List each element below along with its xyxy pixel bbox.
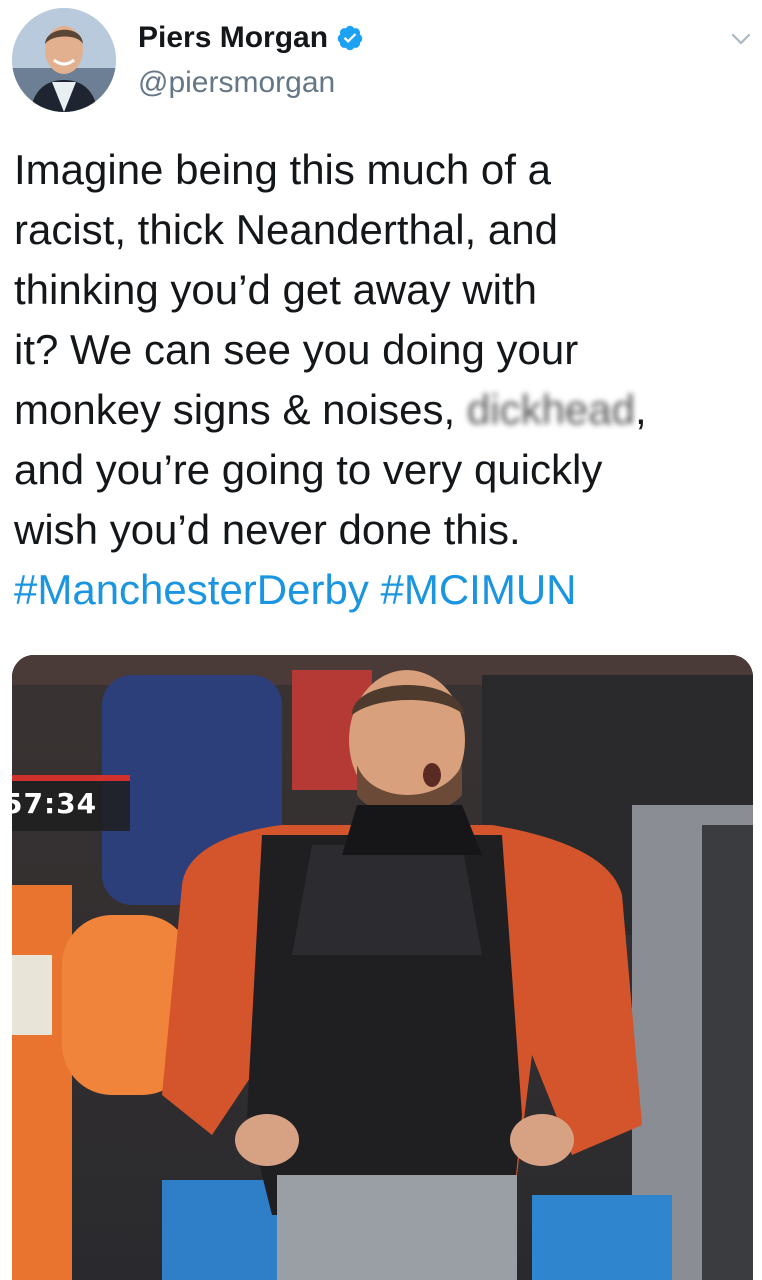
tweet-text-line: it? We can see you doing your — [14, 326, 579, 373]
tweet-text-fragment: monkey signs & noises, — [14, 386, 467, 433]
tweet-text-fragment: , — [635, 386, 647, 433]
verified-badge-icon — [337, 25, 363, 51]
tweet-text-line: wish you’d never done this. — [14, 506, 521, 553]
author-handle[interactable]: @piersmorgan — [138, 66, 335, 100]
hashtag-link[interactable]: #ManchesterDerby — [14, 566, 369, 613]
tweet-text: Imagine being this much of a racist, thi… — [14, 140, 749, 620]
scoreboard-overlay: 57:34 — [12, 775, 130, 831]
media-photo — [12, 655, 753, 1280]
avatar[interactable] — [12, 8, 116, 112]
tweet-text-line: thinking you’d get away with — [14, 266, 537, 313]
blurred-word: dickhead — [466, 386, 635, 433]
tweet-text-line: racist, thick Neanderthal, and — [14, 206, 558, 253]
avatar-photo-icon — [12, 8, 116, 112]
hashtag-line: #ManchesterDerby #MCIMUN — [14, 560, 749, 620]
tweet: Piers Morgan @piersmorgan Imagine being … — [0, 0, 762, 1280]
tweet-text-line: and you’re going to very quickly — [14, 446, 603, 493]
chevron-down-icon[interactable] — [726, 24, 756, 54]
tweet-text-line: Imagine being this much of a — [14, 146, 551, 193]
tweet-media-image[interactable]: 57:34 — [12, 655, 753, 1280]
author-name-row[interactable]: Piers Morgan — [138, 18, 364, 58]
match-clock: 57:34 — [12, 787, 98, 820]
hashtag-link[interactable]: #MCIMUN — [381, 566, 577, 613]
author-display-name[interactable]: Piers Morgan — [138, 21, 328, 55]
tweet-text-line: monkey signs & noises, dickhead, — [14, 380, 749, 440]
